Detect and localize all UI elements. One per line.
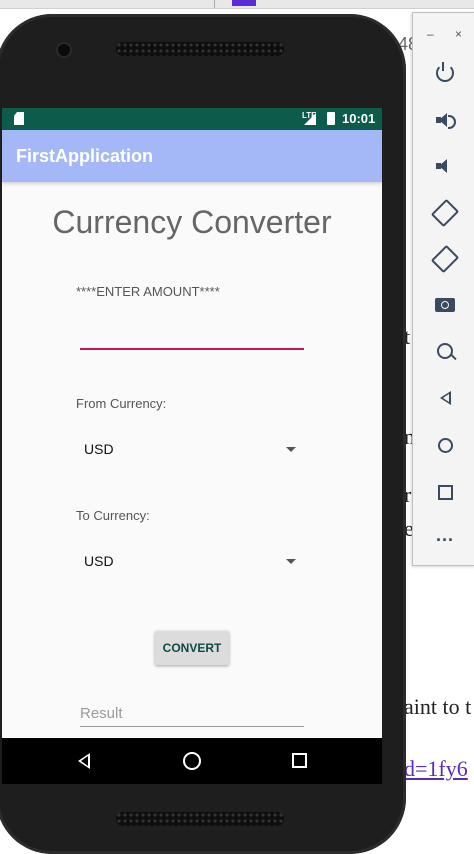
dropdown-arrow-icon (286, 559, 296, 564)
from-currency-select[interactable]: USD (80, 435, 296, 465)
volume-up-icon (436, 113, 456, 129)
rotate-left-button[interactable] (425, 195, 465, 231)
convert-button[interactable]: CONVERT (155, 631, 229, 665)
to-currency-label: To Currency: (76, 508, 150, 523)
result-placeholder: Result (80, 705, 123, 722)
bottom-speaker-grille (116, 812, 284, 826)
volume-down-button[interactable] (425, 148, 465, 184)
home-icon[interactable] (183, 752, 201, 770)
minimize-button[interactable]: – (427, 27, 434, 41)
overview-icon (437, 484, 453, 500)
battery-icon (327, 112, 335, 125)
overview-icon[interactable] (292, 753, 307, 768)
front-camera (58, 44, 70, 56)
app-title: FirstApplication (16, 146, 154, 166)
from-currency-value: USD (84, 441, 114, 457)
back-icon (439, 391, 451, 405)
emu-home-button[interactable] (425, 427, 465, 463)
zoom-icon (437, 343, 453, 359)
rotate-left-icon (430, 198, 460, 228)
page-title: Currency Converter (52, 204, 332, 240)
amount-input[interactable] (80, 326, 304, 350)
device-screen: LTE 10:01 FirstApplication Currency Conv… (2, 108, 382, 784)
rotate-right-icon (430, 244, 460, 274)
close-button[interactable]: × (455, 27, 462, 41)
top-speaker-grille (116, 42, 284, 56)
to-currency-value: USD (84, 553, 114, 569)
rotate-right-button[interactable] (425, 241, 465, 277)
camera-icon (435, 298, 455, 312)
to-currency-select[interactable]: USD (80, 547, 296, 577)
amount-label: ****ENTER AMOUNT**** (76, 284, 220, 299)
power-icon (436, 62, 454, 82)
status-time: 10:01 (342, 111, 376, 126)
sd-card-icon (14, 112, 24, 125)
more-icon: ... (435, 524, 454, 545)
host-link[interactable]: d=1fy6 (404, 756, 468, 782)
power-button[interactable] (425, 55, 465, 91)
host-window-topbar (0, 0, 474, 9)
more-button[interactable]: ... (425, 517, 465, 553)
emu-back-button[interactable] (425, 380, 465, 416)
screenshot-button[interactable] (425, 287, 465, 323)
status-bar: LTE 10:01 (2, 108, 382, 130)
back-icon[interactable] (78, 753, 90, 769)
host-text-line: aint to t (404, 694, 472, 719)
emu-overview-button[interactable] (425, 474, 465, 510)
navigation-bar (2, 738, 382, 784)
zoom-button[interactable] (425, 333, 465, 369)
emulator-toolbar: – × ... (412, 12, 474, 566)
result-field[interactable]: Result (80, 702, 304, 727)
app-bar: FirstApplication (2, 130, 382, 182)
from-currency-label: From Currency: (76, 396, 167, 411)
home-icon (437, 437, 453, 453)
host-accent-mark (232, 0, 256, 6)
volume-up-button[interactable] (425, 102, 465, 138)
phone-frame: LTE 10:01 FirstApplication Currency Conv… (0, 14, 406, 854)
network-type: LTE (302, 111, 317, 120)
dropdown-arrow-icon (286, 447, 296, 452)
volume-down-icon (436, 159, 454, 173)
host-divider (214, 0, 215, 8)
